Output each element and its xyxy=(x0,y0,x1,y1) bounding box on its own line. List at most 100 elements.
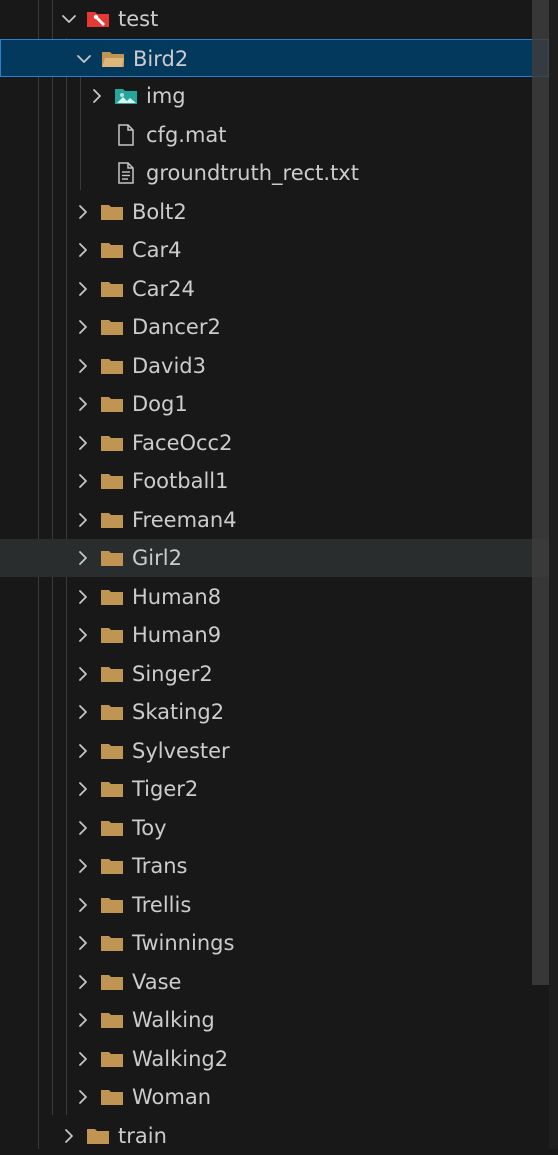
folder-icon xyxy=(99,238,125,262)
tree-item-img[interactable]: img xyxy=(0,77,549,115)
tree-item-human8[interactable]: Human8 xyxy=(0,578,549,616)
tree-item-woman[interactable]: Woman xyxy=(0,1078,549,1116)
chevron-right-icon[interactable] xyxy=(73,664,93,684)
chevron-right-icon[interactable] xyxy=(59,1126,79,1146)
chevron-right-icon[interactable] xyxy=(73,741,93,761)
scrollbar-thumb[interactable] xyxy=(532,0,549,985)
tree-item-label: Vase xyxy=(132,969,182,994)
tree-item-dancer2[interactable]: Dancer2 xyxy=(0,308,549,346)
chevron-right-icon[interactable] xyxy=(73,702,93,722)
tree-item-label: David3 xyxy=(132,353,206,378)
tree-item-car4[interactable]: Car4 xyxy=(0,231,549,269)
folder-icon xyxy=(99,431,125,455)
tree-item-faceocc2[interactable]: FaceOcc2 xyxy=(0,424,549,462)
tree-item-sylvester[interactable]: Sylvester xyxy=(0,732,549,770)
folder-icon xyxy=(99,1008,125,1032)
folder-icon xyxy=(99,970,125,994)
tree-item-groundtruth-rect-txt[interactable]: groundtruth_rect.txt xyxy=(0,154,549,192)
chevron-right-icon[interactable] xyxy=(73,625,93,645)
chevron-down-icon[interactable] xyxy=(74,49,94,69)
chevron-right-icon[interactable] xyxy=(73,510,93,530)
tree-item-bird2[interactable]: Bird2 xyxy=(0,38,549,77)
chevron-down-icon[interactable] xyxy=(59,9,79,29)
file-icon xyxy=(113,123,139,147)
folder-icon xyxy=(99,1047,125,1071)
folder-icon xyxy=(99,315,125,339)
tree-item-skating2[interactable]: Skating2 xyxy=(0,693,549,731)
tree-item-label: img xyxy=(146,84,186,108)
chevron-right-icon[interactable] xyxy=(73,587,93,607)
chevron-right-icon[interactable] xyxy=(73,1049,93,1069)
tree-item-label: Car24 xyxy=(132,276,195,301)
tree-item-bolt2[interactable]: Bolt2 xyxy=(0,193,549,231)
tree-item-label: Car4 xyxy=(132,238,182,262)
tree-item-toy[interactable]: Toy xyxy=(0,809,549,847)
tree-item-tiger2[interactable]: Tiger2 xyxy=(0,770,549,808)
folder-icon xyxy=(99,200,125,224)
chevron-right-icon[interactable] xyxy=(73,856,93,876)
folder-icon xyxy=(85,1124,111,1148)
tree-item-cfg-mat[interactable]: cfg.mat xyxy=(0,116,549,154)
chevron-right-icon[interactable] xyxy=(73,240,93,260)
tree-item-walking2[interactable]: Walking2 xyxy=(0,1040,549,1078)
chevron-right-icon[interactable] xyxy=(73,779,93,799)
tree-item-walking[interactable]: Walking xyxy=(0,1001,549,1039)
tree-item-label: Human8 xyxy=(132,584,222,609)
tree-item-label: FaceOcc2 xyxy=(132,430,233,455)
tree-item-david3[interactable]: David3 xyxy=(0,347,549,385)
tree-item-dog1[interactable]: Dog1 xyxy=(0,385,549,423)
tree-item-label: Toy xyxy=(132,815,167,840)
folder-icon xyxy=(99,585,125,609)
chevron-right-icon[interactable] xyxy=(73,356,93,376)
tree-item-label: Freeman4 xyxy=(132,507,237,532)
folder-icon xyxy=(99,392,125,416)
tree-item-twinnings[interactable]: Twinnings xyxy=(0,924,549,962)
tree-item-football1[interactable]: Football1 xyxy=(0,462,549,500)
folder-open-icon xyxy=(100,47,126,71)
chevron-right-icon[interactable] xyxy=(73,394,93,414)
folder-icon xyxy=(99,739,125,763)
file-explorer-tree: test Bird2 img cfg.mat groundtruth_rect.txt B… xyxy=(0,0,558,1149)
text-file-icon xyxy=(113,161,139,185)
chevron-right-icon[interactable] xyxy=(73,471,93,491)
tree-item-label: Twinnings xyxy=(132,931,235,955)
folder-icon xyxy=(99,777,125,801)
chevron-right-icon[interactable] xyxy=(73,895,93,915)
tree-item-freeman4[interactable]: Freeman4 xyxy=(0,501,549,539)
chevron-right-icon[interactable] xyxy=(73,317,93,337)
chevron-right-icon[interactable] xyxy=(73,279,93,299)
tree-item-vase[interactable]: Vase xyxy=(0,963,549,1001)
tree-item-trans[interactable]: Trans xyxy=(0,847,549,885)
chevron-right-icon[interactable] xyxy=(73,433,93,453)
folder-icon xyxy=(99,277,125,301)
scrollbar-track[interactable] xyxy=(549,0,558,1149)
tree-item-girl2[interactable]: Girl2 xyxy=(0,539,549,577)
chevron-right-icon[interactable] xyxy=(73,202,93,222)
folder-icon xyxy=(99,662,125,686)
tree-item-label: Football1 xyxy=(132,469,229,493)
tree-item-label: Trellis xyxy=(132,892,192,917)
tree-item-human9[interactable]: Human9 xyxy=(0,616,549,654)
folder-icon xyxy=(99,546,125,570)
tree-item-label: Sylvester xyxy=(132,738,230,763)
chevron-right-icon[interactable] xyxy=(87,86,107,106)
chevron-right-icon[interactable] xyxy=(73,972,93,992)
tree-item-trellis[interactable]: Trellis xyxy=(0,886,549,924)
tree-item-label: Dancer2 xyxy=(132,315,221,339)
tree-item-test[interactable]: test xyxy=(0,0,549,38)
chevron-right-icon[interactable] xyxy=(73,1010,93,1030)
chevron-right-icon[interactable] xyxy=(73,548,93,568)
folder-icon xyxy=(99,1085,125,1109)
folder-icon xyxy=(99,354,125,378)
tree-item-label: Singer2 xyxy=(132,661,213,686)
tree-item-label: Bolt2 xyxy=(132,199,187,224)
folder-icon xyxy=(99,623,125,647)
tree-item-singer2[interactable]: Singer2 xyxy=(0,655,549,693)
chevron-right-icon[interactable] xyxy=(73,1087,93,1107)
folder-icon xyxy=(99,816,125,840)
tree-item-label: test xyxy=(118,7,159,31)
tree-item-car24[interactable]: Car24 xyxy=(0,270,549,308)
tree-item-label: Dog1 xyxy=(132,392,188,416)
chevron-right-icon[interactable] xyxy=(73,818,93,838)
chevron-right-icon[interactable] xyxy=(73,933,93,953)
